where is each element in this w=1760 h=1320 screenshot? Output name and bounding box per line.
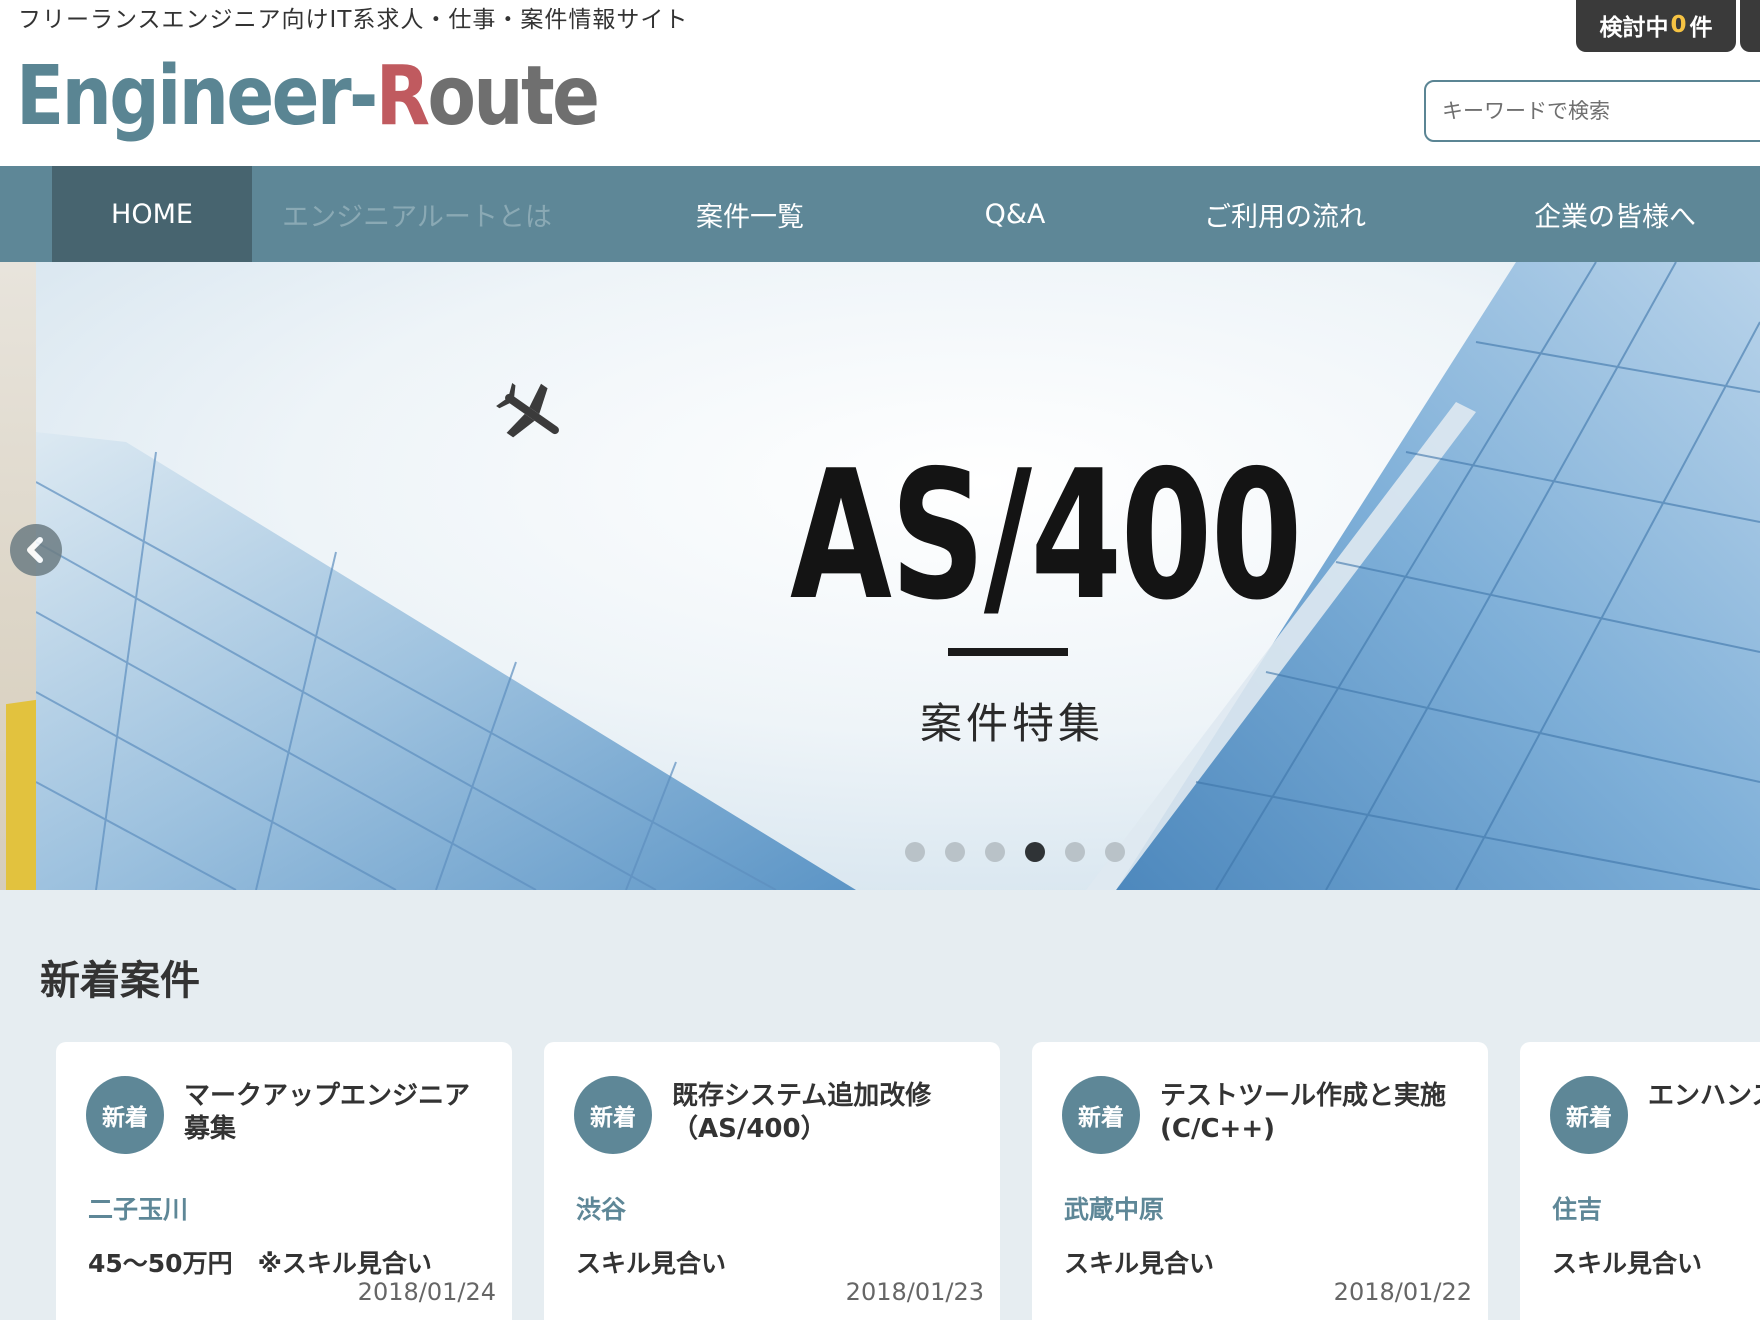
nav-item-flow[interactable]: ご利用の流れ (1170, 166, 1400, 262)
section-title: 新着案件 (40, 958, 200, 1004)
listing-title[interactable]: テストツール作成と実施(C/C++) (1160, 1080, 1460, 1146)
favorites-label: 検討中 (1599, 15, 1669, 41)
slider-prev-button[interactable] (10, 524, 62, 576)
listing-price: スキル見合い (1064, 1249, 1215, 1278)
new-badge: 新着 (86, 1076, 164, 1154)
listing-location: 二子玉川 (88, 1195, 189, 1224)
listing-title[interactable]: エンハンス (1648, 1080, 1760, 1113)
listing-date: 2018/01/23 (845, 1278, 984, 1306)
listing-date: 2018/01/22 (1333, 1278, 1472, 1306)
main-nav: HOME エンジニアルートとは 案件一覧 Q&A ご利用の流れ 企業の皆様へ (0, 166, 1760, 262)
slider-dot-2[interactable] (945, 842, 965, 862)
slider-dot-1[interactable] (905, 842, 925, 862)
listing-price: スキル見合い (1552, 1249, 1703, 1278)
slider-dot-3[interactable] (985, 842, 1005, 862)
slider-dot-4[interactable] (1025, 842, 1045, 862)
keyword-search-input[interactable] (1424, 80, 1760, 142)
ruler-image (6, 699, 36, 890)
listing-card[interactable]: 新着 既存システム追加改修（AS/400） 渋谷 スキル見合い 2018/01/… (544, 1042, 1000, 1320)
listing-location: 住吉 (1552, 1195, 1603, 1224)
slider-dot-6[interactable] (1105, 842, 1125, 862)
hero-title: AS/400 (790, 432, 1302, 639)
slider-pagination (905, 842, 1125, 862)
favorites-unit: 件 (1689, 15, 1713, 41)
new-listings-section: 新着案件 新着 マークアップエンジニア募集 二子玉川 45〜50万円 ※スキル見… (0, 890, 1760, 1320)
hero-subtitle: 案件特集 (920, 699, 1105, 748)
site-tagline: フリーランスエンジニア向けIT系求人・仕事・案件情報サイト (18, 7, 689, 33)
header-tab-2[interactable] (1740, 0, 1760, 52)
listing-card[interactable]: 新着 エンハンス 住吉 スキル見合い (1520, 1042, 1760, 1320)
listing-price: 45〜50万円 ※スキル見合い (88, 1249, 432, 1278)
favorites-counter-button[interactable]: 検討中 0 件 (1576, 0, 1736, 52)
listing-price: スキル見合い (576, 1249, 727, 1278)
listing-card[interactable]: 新着 マークアップエンジニア募集 二子玉川 45〜50万円 ※スキル見合い 20… (56, 1042, 512, 1320)
logo-text-engineer: Engineer- (16, 49, 378, 144)
logo-text-r: R (375, 49, 430, 144)
slider-dot-5[interactable] (1065, 842, 1085, 862)
logo-text-oute: oute (427, 49, 599, 144)
hero-title-underline (948, 648, 1068, 656)
listing-location: 渋谷 (576, 1195, 627, 1224)
nav-item-qa[interactable]: Q&A (920, 166, 1110, 262)
page: フリーランスエンジニア向けIT系求人・仕事・案件情報サイト Engineer-R… (0, 0, 1760, 1320)
nav-item-about[interactable]: エンジニアルートとは (252, 166, 582, 262)
listing-date: 2018/01/24 (357, 1278, 496, 1306)
nav-item-for-companies[interactable]: 企業の皆様へ (1500, 166, 1730, 262)
favorites-count: 0 (1670, 12, 1687, 38)
listing-location: 武蔵中原 (1064, 1195, 1165, 1224)
chevron-left-icon (27, 537, 43, 563)
previous-slide-peek (0, 262, 36, 890)
listing-card[interactable]: 新着 テストツール作成と実施(C/C++) 武蔵中原 スキル見合い 2018/0… (1032, 1042, 1488, 1320)
new-badge: 新着 (1062, 1076, 1140, 1154)
hero-slider: AS/400 案件特集 (0, 262, 1760, 890)
listing-title[interactable]: 既存システム追加改修（AS/400） (672, 1080, 972, 1146)
nav-item-home[interactable]: HOME (52, 166, 252, 262)
nav-item-listings[interactable]: 案件一覧 (640, 166, 860, 262)
site-logo[interactable]: Engineer-Route (16, 56, 600, 138)
new-badge: 新着 (574, 1076, 652, 1154)
listing-title[interactable]: マークアップエンジニア募集 (184, 1080, 484, 1146)
new-badge: 新着 (1550, 1076, 1628, 1154)
